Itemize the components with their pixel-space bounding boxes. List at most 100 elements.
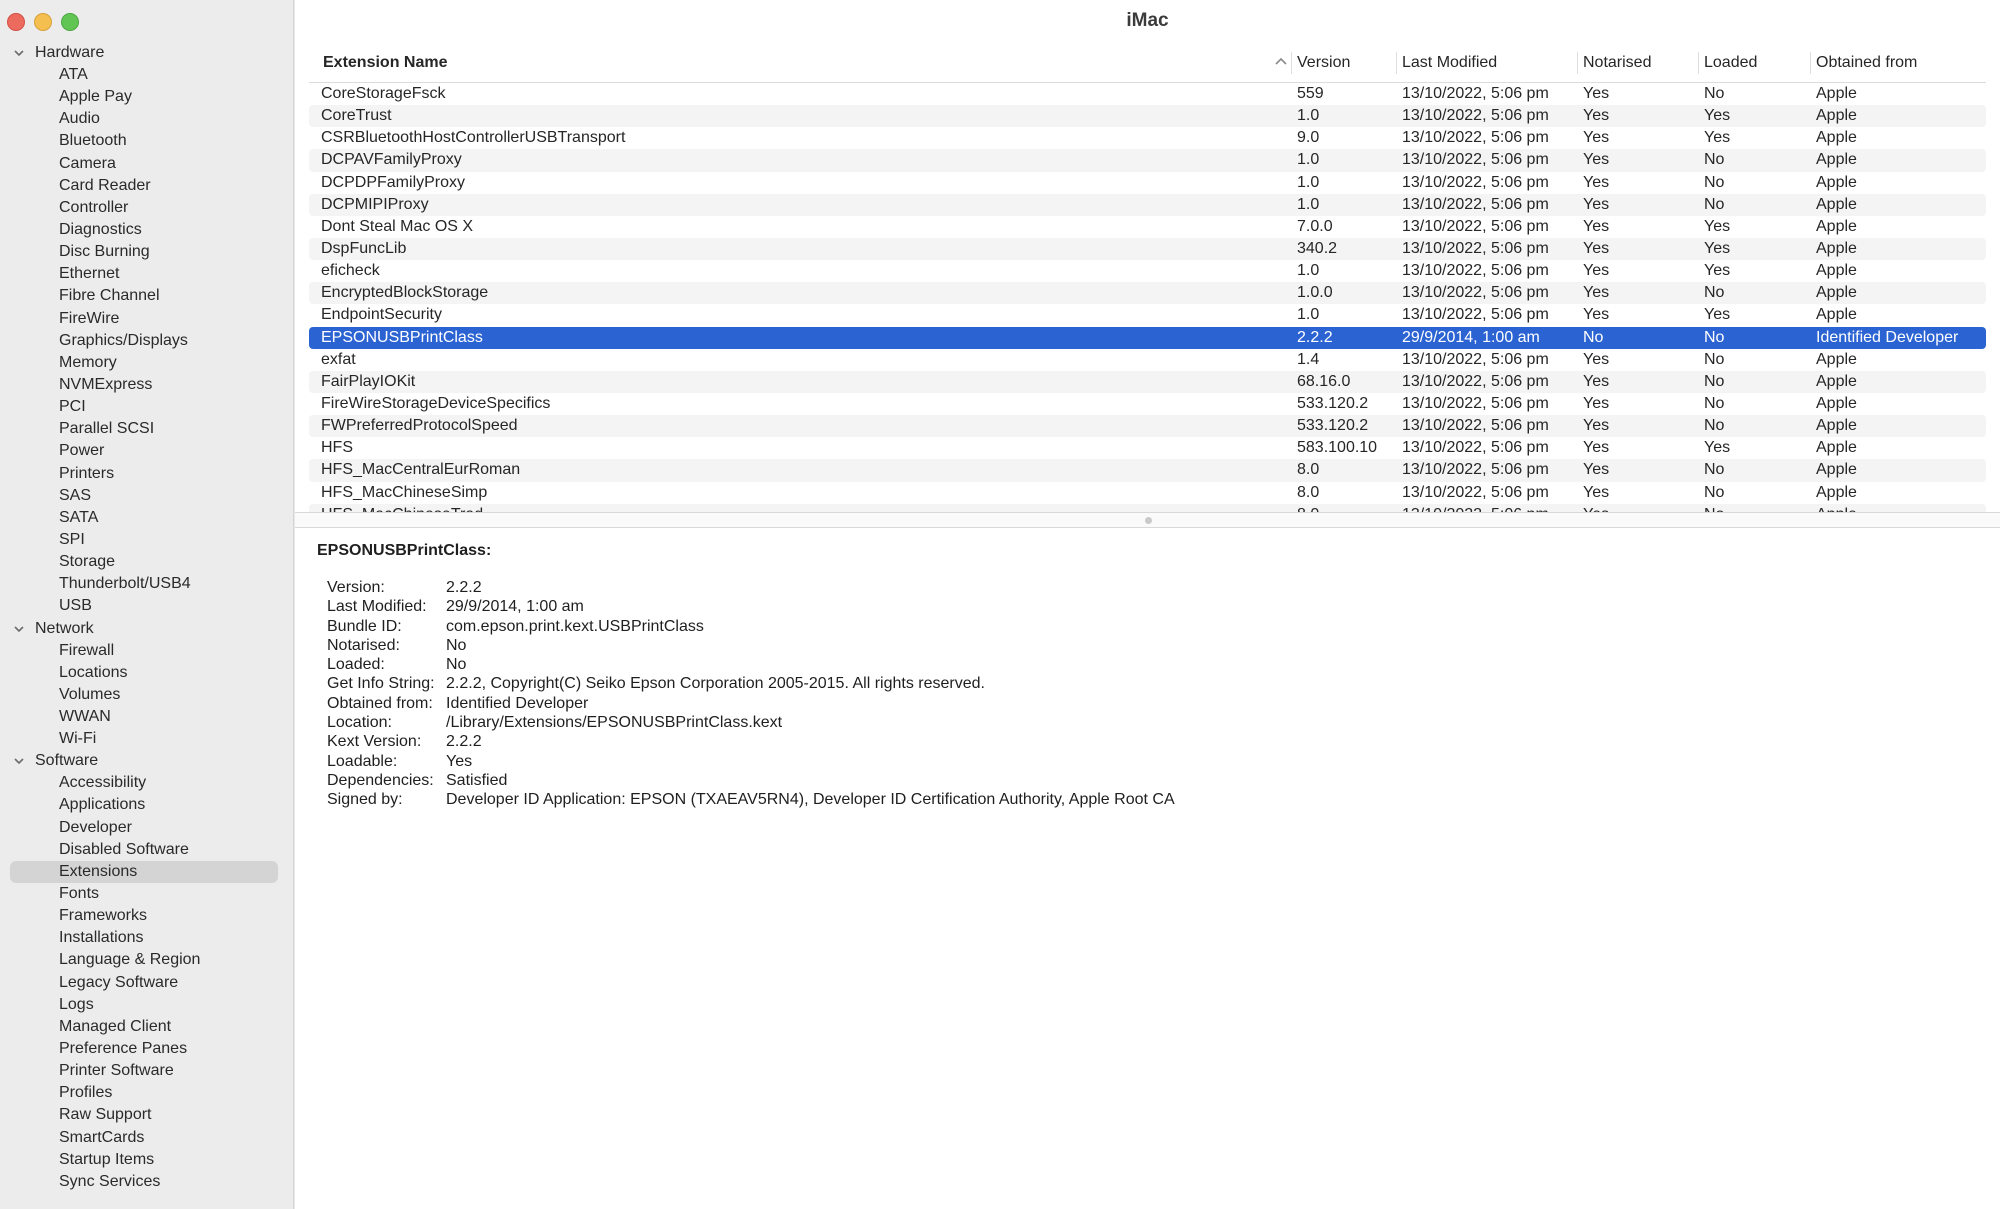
table-row[interactable]: Dont Steal Mac OS X 7.0.0 13/10/2022, 5:06… [309, 216, 1986, 238]
table-row[interactable]: EndpointSecurity 1.0 13/10/2022, 5:06 pm Ye… [309, 304, 1986, 326]
divider-grip-icon[interactable] [1144, 517, 1152, 524]
table-row[interactable]: FairPlayIOKit 68.16.0 13/10/2022, 5:06 pm Y… [309, 370, 1986, 393]
sidebar-item-nvmexpress[interactable]: NVMExpress [0, 374, 294, 396]
sidebar-item-raw-support[interactable]: Raw Support [0, 1104, 294, 1126]
column-header-modified[interactable]: Last Modified [1395, 52, 1497, 74]
sidebar-group-hardware[interactable]: Hardware [0, 42, 294, 64]
maximize-icon[interactable] [61, 13, 79, 31]
sidebar-item-spi[interactable]: SPI [0, 529, 294, 551]
sidebar-item-card-reader[interactable]: Card Reader [0, 175, 294, 197]
sidebar-item-volumes[interactable]: Volumes [0, 684, 294, 706]
sidebar-item-disc-burning[interactable]: Disc Burning [0, 241, 294, 263]
sidebar-group-network[interactable]: Network [0, 618, 294, 640]
sidebar-item-startup-items[interactable]: Startup Items [0, 1149, 294, 1171]
sidebar-item-legacy-software[interactable]: Legacy Software [0, 971, 294, 993]
column-header-loaded[interactable]: Loaded [1697, 52, 1757, 74]
table-row[interactable]: DspFuncLib 340.2 13/10/2022, 5:06 pm Yes Yes… [309, 237, 1986, 261]
sidebar-item-firewall[interactable]: Firewall [0, 640, 294, 662]
sidebar-item-disabled-software[interactable]: Disabled Software [0, 839, 294, 861]
sidebar-group-software[interactable]: Software [0, 750, 294, 772]
sidebar-item-sata[interactable]: SATA [0, 507, 294, 529]
sidebar-item-sas[interactable]: SAS [0, 485, 294, 507]
minimize-icon[interactable] [34, 13, 52, 31]
sidebar-item-smartcards[interactable]: SmartCards [0, 1126, 294, 1148]
sidebar-item-printers[interactable]: Printers [0, 463, 294, 485]
sidebar-item-sync-services[interactable]: Sync Services [0, 1171, 294, 1193]
sidebar-item-apple-pay[interactable]: Apple Pay [0, 86, 294, 108]
table-row[interactable]: CoreStorageFsck 559 13/10/2022, 5:06 pm Yes… [309, 83, 1986, 105]
table-row[interactable]: exfat 1.4 13/10/2022, 5:06 pm Yes No Apple [309, 349, 1986, 371]
sidebar-item-controller[interactable]: Controller [0, 197, 294, 219]
table-row[interactable]: HFS_MacChineseTrad8.013/10/2022, 5:06 pm… [309, 503, 1986, 512]
table-row[interactable]: FWPreferredProtocolSpeed 533.120.2 13/10/2… [309, 415, 1986, 438]
split-divider[interactable] [295, 512, 2000, 528]
sidebar-item-wwan[interactable]: WWAN [0, 706, 294, 728]
sidebar-item-graphics-displays[interactable]: Graphics/Displays [0, 330, 294, 352]
cell-notarised: Yes [1583, 417, 1610, 435]
sort-ascending-icon[interactable] [1275, 56, 1287, 66]
sidebar-item-diagnostics[interactable]: Diagnostics [0, 219, 294, 241]
cell-version: 68.16.0 [1297, 372, 1351, 390]
sidebar-item-fibre-channel[interactable]: Fibre Channel [0, 285, 294, 307]
table-row[interactable]: DCPDPFamilyProxy 1.0 13/10/2022, 5:06 pm Ye… [309, 172, 1986, 194]
sidebar-item-bluetooth[interactable]: Bluetooth [0, 130, 294, 152]
extensions-table[interactable]: Extension Name Version Last Modified Not… [295, 42, 2000, 512]
sidebar-item-accessibility[interactable]: Accessibility [0, 772, 294, 794]
table-row[interactable]: eficheck 1.0 13/10/2022, 5:06 pm Yes Yes Appl… [309, 260, 1986, 282]
sidebar-item-usb[interactable]: USB [0, 595, 294, 617]
sidebar-item-ata[interactable]: ATA [0, 64, 294, 86]
sidebar-item-firewire[interactable]: FireWire [0, 308, 294, 330]
sidebar-item-extensions[interactable]: Extensions [10, 860, 278, 883]
sidebar-item-locations[interactable]: Locations [0, 662, 294, 684]
cell-name: Dont Steal Mac OS X [321, 217, 474, 235]
table-body: CoreStorageFsck 559 13/10/2022, 5:06 pm Yes… [309, 83, 1986, 512]
cell-version: 7.0.0 [1297, 217, 1333, 235]
table-row[interactable]: DCPAVFamilyProxy 1.0 13/10/2022, 5:06 pm Ye… [309, 149, 1986, 172]
table-row[interactable]: EncryptedBlockStorage 1.0.0 13/10/2022, 5:… [309, 282, 1986, 305]
sidebar-item-storage[interactable]: Storage [0, 551, 294, 573]
sidebar-item-profiles[interactable]: Profiles [0, 1082, 294, 1104]
table-row[interactable]: DCPMIPIProxy 1.0 13/10/2022, 5:06 pm Yes No A… [309, 193, 1986, 216]
sidebar-item-memory[interactable]: Memory [0, 352, 294, 374]
chevron-down-icon[interactable] [13, 47, 25, 59]
sidebar-item-applications[interactable]: Applications [0, 794, 294, 816]
sidebar-item-developer[interactable]: Developer [0, 817, 294, 839]
table-row[interactable]: HFS_MacCentralEurRoman 8.0 13/10/2022, 5:0… [309, 459, 1986, 482]
cell-name: FairPlayIOKit [321, 372, 416, 390]
sidebar-item-audio[interactable]: Audio [0, 108, 294, 130]
sidebar-item-logs[interactable]: Logs [0, 994, 294, 1016]
chevron-down-icon[interactable] [13, 623, 25, 635]
sidebar-item-language-region[interactable]: Language & Region [0, 949, 294, 971]
sidebar-item-installations[interactable]: Installations [0, 927, 294, 949]
cell-notarised: Yes [1583, 483, 1610, 501]
sidebar-item-pci[interactable]: PCI [0, 396, 294, 418]
sidebar-item-frameworks[interactable]: Frameworks [0, 905, 294, 927]
sidebar-item-power[interactable]: Power [0, 440, 294, 462]
column-header-name[interactable]: Extension Name [323, 54, 447, 72]
table-row[interactable]: EPSONUSBPrintClass 2.2.2 29/9/2014, 1:00 a… [309, 326, 1986, 349]
sidebar-item-fonts[interactable]: Fonts [0, 883, 294, 905]
sidebar-item-wi-fi[interactable]: Wi-Fi [0, 728, 294, 750]
table-row[interactable]: CoreTrust 1.0 13/10/2022, 5:06 pm Yes Yes App… [309, 105, 1986, 128]
column-header-obtained[interactable]: Obtained from [1809, 52, 1917, 74]
chevron-down-icon[interactable] [13, 755, 25, 767]
table-row[interactable]: HFS 583.100.10 13/10/2022, 5:06 pm Yes Yes Ap… [309, 437, 1986, 459]
table-row[interactable]: CSRBluetoothHostControllerUSBTransport 9.… [309, 127, 1986, 149]
table-row[interactable]: HFS_MacChineseSimp 8.0 13/10/2022, 5:06 pm… [309, 482, 1986, 504]
column-header-version[interactable]: Version [1290, 52, 1350, 74]
detail-field-value: Satisfied [446, 771, 508, 789]
sidebar-item-ethernet[interactable]: Ethernet [0, 263, 294, 285]
cell-obtained: Apple [1816, 417, 1857, 435]
cell-loaded: Yes [1704, 107, 1731, 125]
sidebar-item-camera[interactable]: Camera [0, 153, 294, 175]
sidebar-item-preference-panes[interactable]: Preference Panes [0, 1038, 294, 1060]
cell-obtained: Apple [1816, 129, 1857, 147]
sidebar-item-printer-software[interactable]: Printer Software [0, 1060, 294, 1082]
sidebar-item-thunderbolt-usb4[interactable]: Thunderbolt/USB4 [0, 573, 294, 595]
table-row[interactable]: FireWireStorageDeviceSpecifics 533.120.2 1… [309, 393, 1986, 415]
sidebar-item-parallel-scsi[interactable]: Parallel SCSI [0, 418, 294, 440]
sidebar-item-managed-client[interactable]: Managed Client [0, 1016, 294, 1038]
close-icon[interactable] [7, 13, 25, 31]
column-header-notarised[interactable]: Notarised [1576, 52, 1651, 74]
cell-name: CoreTrust [321, 107, 392, 125]
